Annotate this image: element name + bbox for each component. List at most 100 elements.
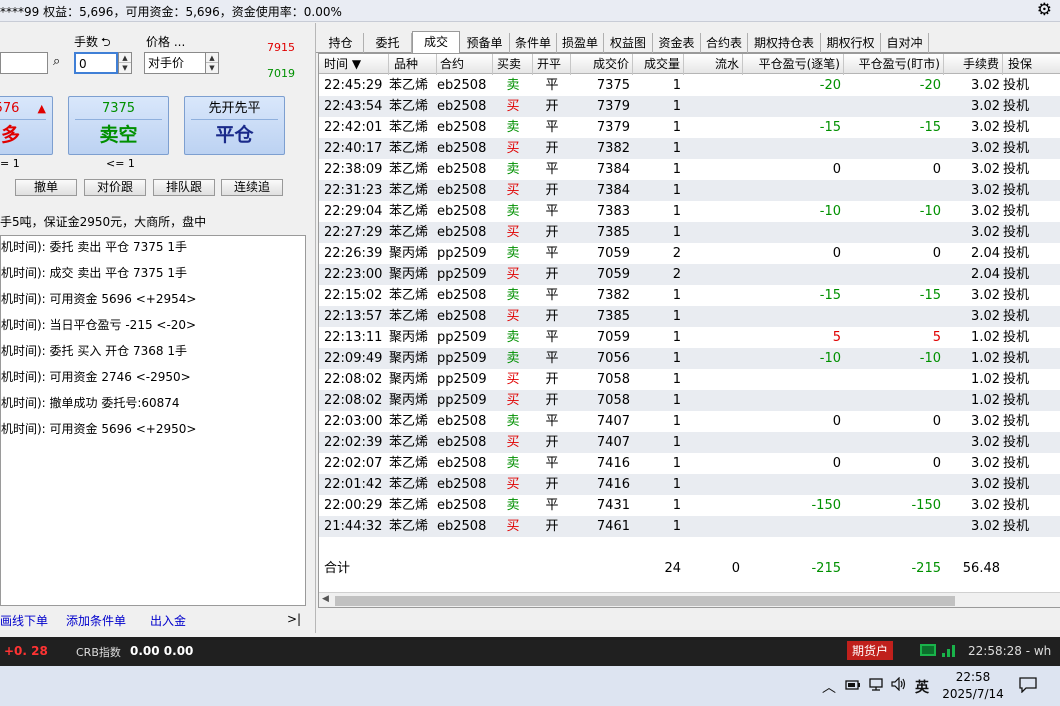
cell-fee: 1.02	[971, 351, 1000, 366]
tab-prepared[interactable]: 预备单	[460, 33, 510, 53]
scrollbar-thumb[interactable]	[335, 596, 955, 606]
table-row[interactable]: 22:02:07 苯乙烯 eb2508 卖 平 7416 1 0 0 3.02 投机	[319, 453, 1060, 474]
table-row[interactable]: 22:38:09 苯乙烯 eb2508 卖 平 7384 1 0 0 3.02 投机	[319, 159, 1060, 180]
close-position-button[interactable]: 先开先平 平仓	[184, 96, 285, 155]
cell-time: 22:01:42	[324, 477, 383, 492]
col-qty[interactable]: 成交量	[633, 54, 684, 75]
cell-pnl-trade	[743, 222, 844, 243]
cell-variety: 苯乙烯	[389, 225, 429, 240]
contract-input[interactable]	[0, 52, 48, 74]
network-icon[interactable]	[869, 677, 885, 695]
contract-info: 手5吨，保证金2950元，大商所，盘中	[0, 215, 207, 229]
table-row[interactable]: 21:44:32 苯乙烯 eb2508 买 开 7461 1 3.02 投机	[319, 516, 1060, 537]
col-variety[interactable]: 品种	[389, 54, 437, 75]
tab-self-hedge[interactable]: 自对冲	[881, 33, 929, 53]
table-row[interactable]: 22:03:00 苯乙烯 eb2508 卖 平 7407 1 0 0 3.02 投机	[319, 411, 1060, 432]
col-pnl-trade[interactable]: 平仓盈亏(逐笔)	[743, 54, 844, 75]
tab-option-exercise[interactable]: 期权行权	[821, 33, 881, 53]
tab-conditional[interactable]: 条件单	[510, 33, 557, 53]
col-side[interactable]: 买卖	[493, 54, 533, 75]
table-row[interactable]: 22:09:49 聚丙烯 pp2509 卖 平 7056 1 -10 -10 1.02 投机	[319, 348, 1060, 369]
taskbar-clock[interactable]: 22:58 2025/7/14	[938, 669, 1008, 703]
collapse-panel-icon[interactable]: >|	[287, 612, 301, 626]
col-fee[interactable]: 手续费	[944, 54, 1003, 75]
cell-open-close: 平	[545, 330, 559, 345]
cell-qty: 1	[672, 351, 681, 366]
cell-side: 买	[506, 477, 520, 492]
cell-pnl-trade	[743, 369, 844, 390]
cell-open-close: 开	[545, 309, 559, 324]
cell-fee: 3.02	[971, 78, 1000, 93]
qty-input[interactable]: 0	[74, 52, 118, 74]
table-row[interactable]: 22:23:00 聚丙烯 pp2509 买 开 7059 2 2.04 投机	[319, 264, 1060, 285]
cell-hedge: 投机	[1003, 162, 1030, 177]
cell-side: 卖	[506, 246, 520, 261]
battery-icon[interactable]	[845, 677, 861, 695]
col-hedge[interactable]: 投保	[1003, 54, 1060, 75]
cell-pnl-mtm	[844, 432, 944, 453]
tab-fills[interactable]: 成交	[412, 31, 460, 54]
sell-short-button[interactable]: 7375 卖空	[68, 96, 169, 155]
draw-line-order-link[interactable]: 画线下单	[0, 612, 48, 629]
cell-variety: 苯乙烯	[389, 456, 429, 471]
chevron-up-icon[interactable]: ︿	[822, 677, 836, 697]
col-pnl-mtm[interactable]: 平仓盈亏(盯市)	[844, 54, 944, 75]
continuous-chase-button[interactable]: 连续追	[221, 179, 283, 196]
ime-indicator[interactable]: 英	[915, 677, 929, 697]
col-flow[interactable]: 流水	[684, 54, 743, 75]
tab-stop-profit[interactable]: 损盈单	[557, 33, 604, 53]
tab-contracts[interactable]: 合约表	[701, 33, 748, 53]
table-row[interactable]: 22:43:54 苯乙烯 eb2508 买 开 7379 1 3.02 投机	[319, 96, 1060, 117]
price-stepper[interactable]: ▲ ▼	[205, 52, 219, 74]
cell-time: 22:09:49	[324, 351, 383, 366]
table-row[interactable]: 22:40:17 苯乙烯 eb2508 买 开 7382 1 3.02 投机	[319, 138, 1060, 159]
tab-option-positions[interactable]: 期权持仓表	[748, 33, 821, 53]
table-row[interactable]: 22:00:29 苯乙烯 eb2508 卖 平 7431 1 -150 -150 3.02 投机	[319, 495, 1060, 516]
table-row[interactable]: 22:02:39 苯乙烯 eb2508 买 开 7407 1 3.02 投机	[319, 432, 1060, 453]
cell-pnl-mtm: -150	[911, 498, 941, 513]
table-row[interactable]: 22:42:01 苯乙烯 eb2508 卖 平 7379 1 -15 -15 3.02 投机	[319, 117, 1060, 138]
table-row[interactable]: 22:26:39 聚丙烯 pp2509 卖 平 7059 2 0 0 2.04 投机	[319, 243, 1060, 264]
gear-icon[interactable]: ⚙	[1037, 0, 1052, 20]
col-time[interactable]: 时间 ▼	[319, 54, 389, 75]
volume-icon[interactable]	[891, 676, 907, 695]
tab-positions[interactable]: 持仓	[318, 33, 364, 53]
cancel-order-button[interactable]: 撤单	[15, 179, 77, 196]
table-row[interactable]: 22:15:02 苯乙烯 eb2508 卖 平 7382 1 -15 -15 3.02 投机	[319, 285, 1060, 306]
col-open-close[interactable]: 开平	[533, 54, 571, 75]
table-row[interactable]: 22:29:04 苯乙烯 eb2508 卖 平 7383 1 -10 -10 3.02 投机	[319, 201, 1060, 222]
table-row[interactable]: 22:08:02 聚丙烯 pp2509 买 开 7058 1 1.02 投机	[319, 369, 1060, 390]
cell-qty: 1	[672, 435, 681, 450]
horizontal-scrollbar[interactable]: ◀	[319, 592, 1060, 607]
col-price[interactable]: 成交价	[571, 54, 633, 75]
buy-long-button[interactable]: 576 ▲ 多	[0, 96, 53, 155]
table-row[interactable]: 22:31:23 苯乙烯 eb2508 买 开 7384 1 3.02 投机	[319, 180, 1060, 201]
table-row[interactable]: 22:27:29 苯乙烯 eb2508 买 开 7385 1 3.02 投机	[319, 222, 1060, 243]
account-type-badge[interactable]: 期货户	[847, 641, 894, 660]
cell-pnl-trade: -15	[819, 288, 841, 303]
table-row[interactable]: 22:01:42 苯乙烯 eb2508 买 开 7416 1 3.02 投机	[319, 474, 1060, 495]
tab-funds[interactable]: 资金表	[653, 33, 701, 53]
qty-reset-icon[interactable]: ⮌	[101, 33, 111, 54]
qty-stepper[interactable]: ▲ ▼	[118, 52, 132, 74]
table-row[interactable]: 22:13:11 聚丙烯 pp2509 卖 平 7059 1 5 5 1.02 投机	[319, 327, 1060, 348]
table-row[interactable]: 22:08:02 聚丙烯 pp2509 买 开 7058 1 1.02 投机	[319, 390, 1060, 411]
follow-queue-button[interactable]: 排队跟	[153, 179, 215, 196]
tab-equity-chart[interactable]: 权益图	[604, 33, 653, 53]
cell-price: 7058	[596, 393, 630, 408]
cell-fee: 1.02	[971, 372, 1000, 387]
table-row[interactable]: 22:13:57 苯乙烯 eb2508 买 开 7385 1 3.02 投机	[319, 306, 1060, 327]
price-input[interactable]: 对手价	[144, 52, 206, 74]
table-row[interactable]: 22:45:29 苯乙烯 eb2508 卖 平 7375 1 -20 -20 3.02 投机	[319, 75, 1060, 96]
tab-orders[interactable]: 委托	[364, 33, 412, 53]
follow-counter-button[interactable]: 对价跟	[84, 179, 146, 196]
add-condition-order-link[interactable]: 添加条件单	[66, 612, 126, 629]
col-contract[interactable]: 合约	[437, 54, 493, 75]
notification-icon[interactable]	[1019, 677, 1037, 697]
cell-contract: eb2508	[437, 141, 487, 156]
cell-flow	[684, 222, 743, 243]
search-icon[interactable]: ⌕	[53, 54, 60, 69]
message-log[interactable]: 机时间): 委托 卖出 平仓 7375 1手 机时间): 成交 卖出 平仓 73…	[0, 235, 306, 606]
scroll-left-icon[interactable]: ◀	[322, 594, 329, 604]
deposit-withdraw-link[interactable]: 出入金	[150, 612, 186, 629]
